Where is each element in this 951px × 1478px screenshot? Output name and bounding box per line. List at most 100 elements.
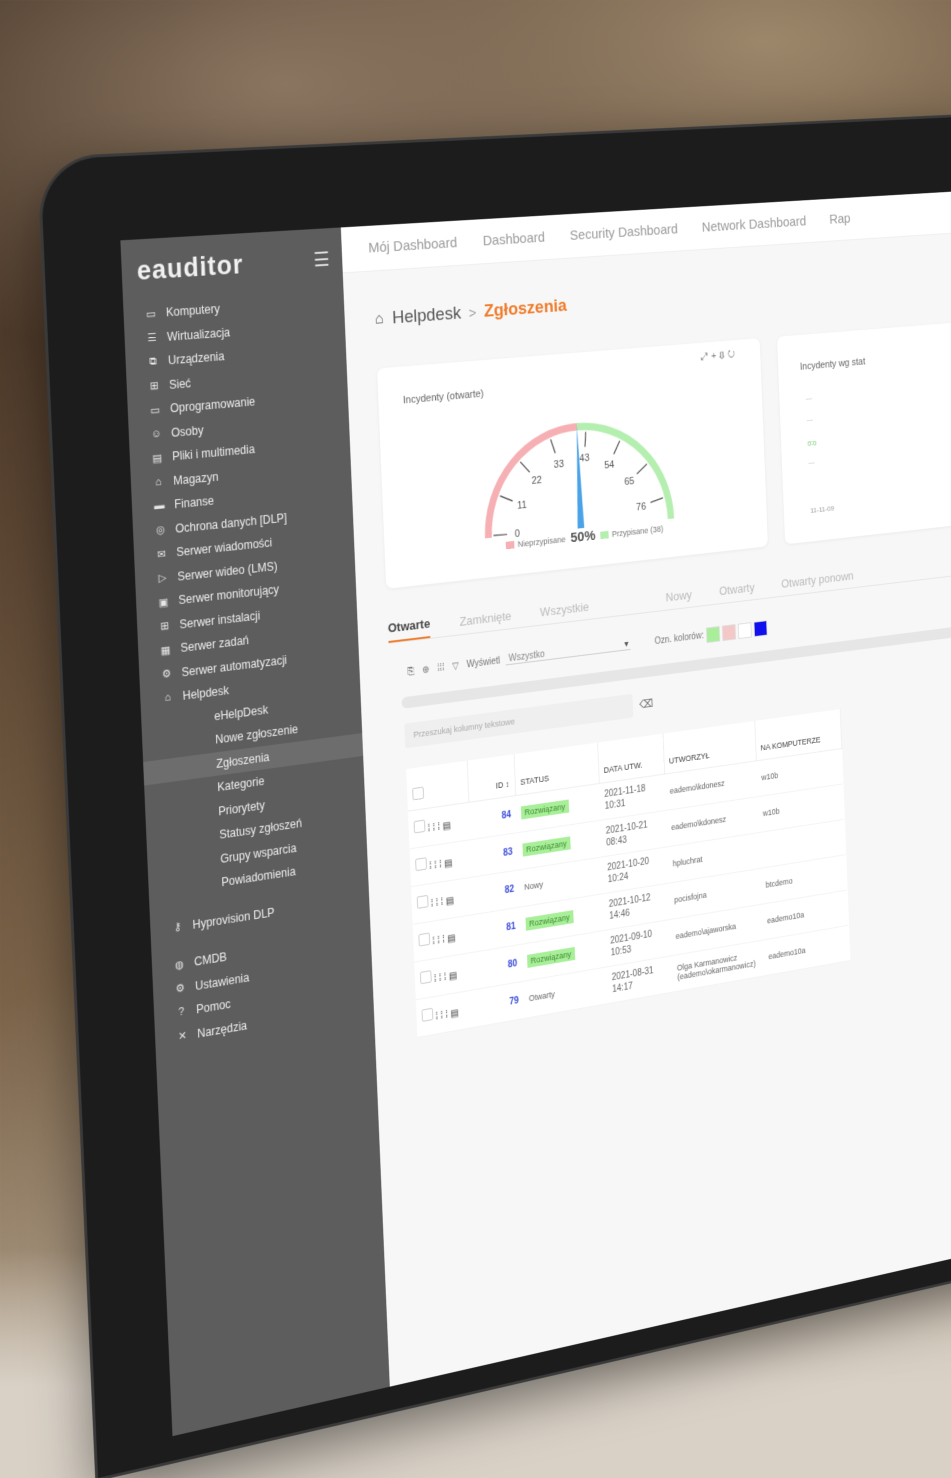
tab-4[interactable]: Rap [829, 211, 851, 227]
gauge-title: Incydenty (otwarte) [402, 388, 485, 407]
row-menu-icon[interactable]: ⁞⁞⁞▤ [431, 895, 457, 909]
sidebar-item-label: Sieć [168, 376, 192, 392]
devices-icon: ⧉ [149, 355, 158, 368]
status-chart-green-label: 0-0 [807, 439, 817, 448]
gauge-arc-assigned [577, 419, 671, 529]
main-content: Mój Dashboard Dashboard Security Dashboard… [340, 190, 951, 1387]
sidebar-item-label: Kategorie [217, 774, 265, 795]
hamburger-menu-icon[interactable]: ☰ [313, 247, 330, 272]
columns-icon[interactable]: ⁞⁞⁞ [437, 662, 445, 673]
row-checkbox[interactable] [413, 819, 426, 834]
sidebar-item-label: Komputery [165, 302, 221, 320]
add-circle-icon[interactable]: ⊕ [422, 664, 430, 675]
sidebar-item-label: Pomoc [195, 997, 232, 1017]
gauge-tick-label: 33 [553, 458, 564, 470]
expand-icon[interactable]: ⤢ [701, 351, 712, 363]
status-tab-1[interactable]: Zamknięte [459, 609, 512, 635]
row-menu-icon[interactable]: ⁞⁞⁞▤ [432, 933, 458, 948]
tab-3[interactable]: Network Dashboard [702, 214, 807, 236]
legend-assigned: Przypisane (38) [611, 523, 664, 539]
tab-2[interactable]: Security Dashboard [570, 221, 678, 243]
sidebar-item-label: Pliki i multimedia [171, 442, 256, 464]
sidebar-item-label: Helpdesk [182, 683, 230, 704]
col-id[interactable]: ID ↕ [466, 754, 516, 802]
sidebar-item-label: eHelpDesk [213, 702, 269, 724]
row-checkbox[interactable] [415, 857, 428, 872]
gauge-percent: 50% [570, 527, 596, 547]
row-menu-icon[interactable]: ⁞⁞⁞▤ [434, 970, 460, 985]
status-badge: Rozwiązany [525, 909, 574, 931]
tickets-table: ID ↕ STATUS DATA UTW. UTWORZYŁ NA KOMPUT… [406, 709, 851, 1038]
show-select[interactable]: Wszystko [505, 638, 631, 666]
network-icon: ⊞ [149, 380, 159, 393]
tickets-section: Otwarte Zamknięte Wszystkie Nowy Otwarty Otwa… [387, 546, 951, 1039]
sidebar-item-label: Zgłoszenia [216, 749, 270, 771]
clear-search-icon[interactable]: ⌫ [639, 697, 653, 712]
show-label: Wyświetl [466, 655, 501, 670]
gauge-tick [584, 432, 586, 447]
shield-icon: ◎ [155, 524, 166, 537]
widget-row: ⤢+⇩↻ Incydenty (otwarte) 0 11 22 33 43 54 65 76… [376, 318, 951, 589]
row-menu-icon[interactable]: ⁞⁞⁞▤ [428, 820, 454, 834]
chevron-right-icon: > [468, 304, 477, 322]
gauge-tick [551, 439, 556, 453]
monitor-icon: ▭ [145, 307, 157, 321]
dashboard-tabs: Mój Dashboard Dashboard Security Dashboard… [340, 190, 951, 274]
gauge-card: ⤢+⇩↻ Incydenty (otwarte) 0 11 22 33 43 54 65 76… [376, 338, 768, 589]
tab-0[interactable]: Mój Dashboard [368, 235, 457, 257]
sidebar-nav: ▭ Komputery ☰ Wirtualizacja ⧉ Urządzenia ⊞ Sieć… [123, 289, 374, 1053]
user-key-icon: ⚷ [173, 921, 182, 935]
gear-icon: ⚙ [175, 982, 186, 996]
help-icon: ? [178, 1006, 185, 1019]
row-checkbox[interactable] [416, 894, 429, 909]
sidebar-item-label: Serwer zadań [180, 633, 250, 656]
status-badge: Rozwiązany [520, 799, 569, 820]
monitor-server-icon: ▣ [158, 596, 169, 610]
sidebar-item-label: Powiadomienia [221, 864, 296, 890]
row-menu-icon[interactable]: ⁞⁞⁞▤ [435, 1008, 461, 1023]
status-filter-0[interactable]: Nowy [665, 588, 692, 610]
mail-icon: ✉ [156, 548, 167, 561]
export-icon[interactable]: ⎘ [407, 666, 414, 677]
widget-tools: ⤢+⇩↻ [701, 349, 739, 364]
gauge-tick [637, 464, 648, 474]
color-green-swatch[interactable] [705, 625, 721, 643]
legend-unassigned-swatch [505, 540, 515, 549]
laptop-frame: eauditor ☰ ▭ Komputery ☰ Wirtualizacja ⧉ Urzą… [40, 116, 951, 1478]
filter-icon[interactable]: ▽ [452, 660, 459, 671]
status-filter-2[interactable]: Otwarty ponown [781, 569, 854, 596]
gauge-tick [520, 461, 529, 473]
row-checkbox[interactable] [418, 932, 431, 947]
tab-1[interactable]: Dashboard [482, 229, 545, 249]
status-filter-1[interactable]: Otwarty [719, 580, 755, 603]
status-tab-2[interactable]: Wszystkie [540, 600, 590, 625]
row-checkbox[interactable] [419, 970, 432, 985]
color-white-swatch[interactable] [737, 621, 752, 639]
sidebar-item-label: CMDB [193, 950, 228, 970]
status-tab-0[interactable]: Otwarte [387, 616, 431, 643]
color-pink-swatch[interactable] [721, 623, 736, 641]
color-blue-swatch[interactable] [753, 619, 768, 637]
breadcrumb-current: Zgłoszenia [483, 295, 568, 322]
helpdesk-icon: ⌂ [164, 691, 172, 705]
select-all-checkbox[interactable] [412, 786, 425, 800]
sidebar-item-label: Osoby [170, 423, 204, 440]
tools-icon: ✕ [177, 1030, 187, 1044]
breadcrumb-root[interactable]: Helpdesk [392, 303, 462, 329]
gauge-tick-label: 43 [579, 453, 590, 465]
automation-icon: ⚙ [161, 668, 172, 681]
server-icon: ☰ [147, 332, 157, 345]
gauge-tick-label: 54 [604, 459, 615, 471]
sidebar-item-label: Finanse [174, 494, 215, 512]
row-checkbox[interactable] [421, 1007, 434, 1022]
row-menu-icon[interactable]: ⁞⁞⁞▤ [429, 858, 455, 872]
video-icon: ▷ [158, 572, 167, 585]
sidebar-item-label: Priorytety [218, 798, 266, 819]
refresh-icon[interactable]: ↻ [727, 349, 738, 361]
color-legend: Ozn. kolorów: [654, 619, 768, 649]
status-badge: Otwarty [528, 988, 556, 1003]
status-badge: Nowy [524, 879, 544, 892]
sidebar-item-label: Oprogramowanie [169, 394, 256, 416]
ticket-id[interactable]: 79 [476, 980, 525, 1027]
gauge-tick-label: 11 [517, 499, 527, 511]
